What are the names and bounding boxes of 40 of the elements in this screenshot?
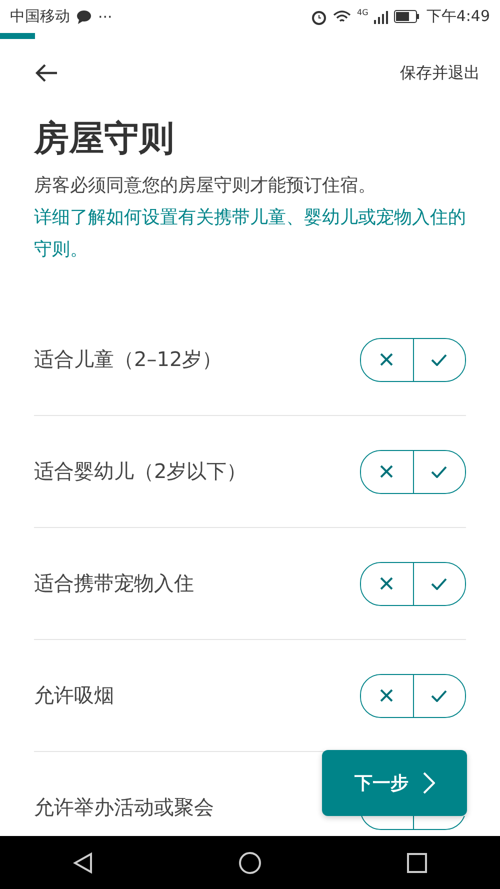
yes-no-toggle[interactable] [360, 338, 466, 382]
back-nav-icon[interactable] [72, 852, 93, 874]
close-icon [380, 465, 394, 478]
rule-label: 适合携带宠物入住 [34, 570, 194, 597]
close-icon [380, 689, 394, 702]
yes-no-toggle[interactable] [360, 450, 466, 494]
home-nav-icon[interactable] [238, 850, 262, 874]
next-button[interactable]: 下一步 [322, 750, 467, 816]
close-icon [380, 577, 394, 590]
alarm-icon [311, 8, 328, 24]
recents-nav-icon[interactable] [407, 852, 428, 872]
rule-label: 允许吸烟 [34, 682, 114, 709]
page-title: 房屋守则 [34, 118, 175, 161]
yes-button[interactable] [412, 674, 465, 716]
yes-no-toggle[interactable] [360, 674, 466, 718]
description-text: 房客必须同意您的房屋守则才能预订住宿。 [34, 174, 377, 198]
wifi-icon [333, 10, 352, 24]
chat-icon [76, 10, 92, 24]
rule-label: 允许举办活动或聚会 [34, 794, 214, 821]
yes-button[interactable] [412, 338, 465, 380]
check-icon [431, 354, 448, 366]
help-link[interactable]: 详细了解如何设置有关携带儿童、婴幼儿或宠物入住的守则。 [34, 202, 466, 266]
check-icon [431, 690, 448, 702]
close-icon [380, 353, 394, 366]
clock-time: 下午4:49 [426, 7, 490, 26]
signal-icon [374, 10, 388, 24]
battery-icon [394, 10, 420, 23]
check-icon [431, 578, 448, 590]
yes-no-toggle[interactable] [360, 562, 466, 606]
rule-label: 适合儿童（2–12岁） [34, 346, 222, 373]
rule-label: 适合婴幼儿（2岁以下） [34, 458, 247, 485]
yes-button[interactable] [412, 562, 465, 604]
chevron-right-icon [422, 772, 434, 794]
save-exit-link[interactable]: 保存并退出 [400, 62, 480, 84]
check-icon [431, 466, 448, 478]
carrier-name: 中国移动 [10, 7, 70, 26]
network-type: 4G [357, 8, 368, 17]
back-icon[interactable] [34, 63, 58, 83]
yes-button[interactable] [412, 450, 465, 492]
more-indicator: ··· [98, 8, 112, 26]
